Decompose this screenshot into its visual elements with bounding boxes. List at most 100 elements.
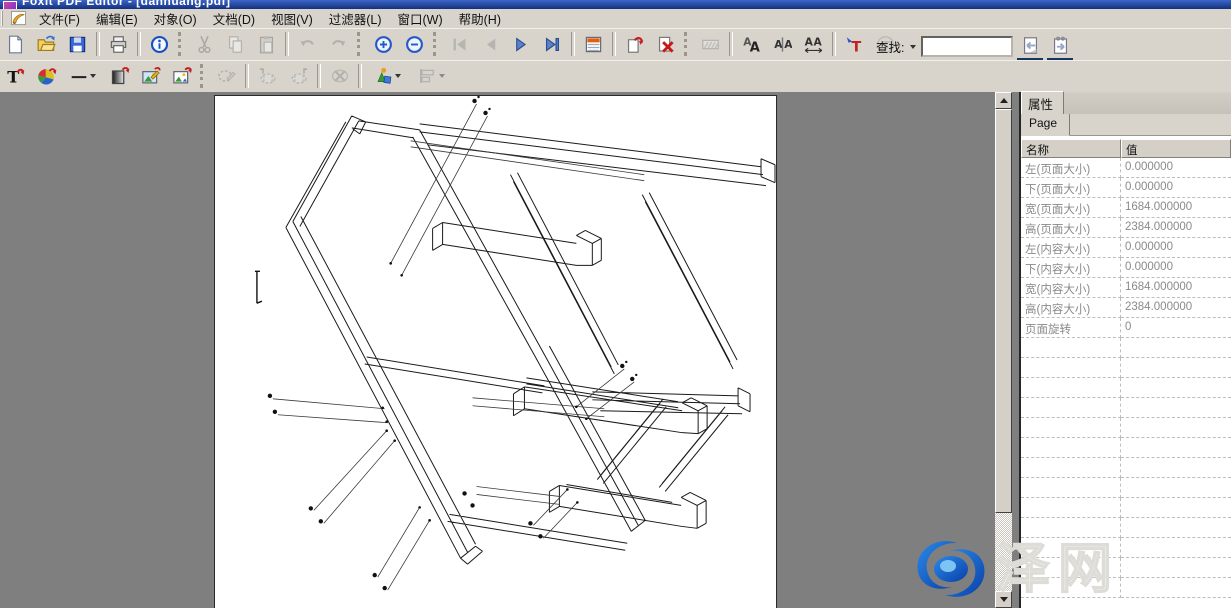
tab-page[interactable]: Page [1021,114,1070,136]
find-input[interactable] [921,36,1013,57]
zoom-in-button[interactable] [369,30,398,58]
align-objects-button[interactable] [410,62,452,90]
replace-font-icon: A A [742,35,761,54]
line-width-button[interactable] [63,62,103,90]
pattern-fill-button[interactable] [696,30,725,58]
property-name: 页面旋转 [1021,318,1121,338]
table-row-empty [1021,338,1231,358]
insert-shape-button[interactable] [366,62,408,90]
scroll-up-button[interactable] [995,92,1012,109]
toolbar-grip[interactable] [178,32,186,56]
chevron-down-icon [910,45,916,49]
menu-file[interactable]: 文件(F) [31,8,88,29]
menubar-grip[interactable] [1,11,7,26]
copy-icon [226,35,245,54]
property-value[interactable]: 0.000000 [1121,178,1231,198]
props-filler [1021,338,1231,598]
table-row: 宽(内容大小) 1684.000000 [1021,278,1231,298]
fill-shade-button[interactable] [105,62,134,90]
property-value[interactable]: 2384.000000 [1121,218,1231,238]
arrow-up-icon [1000,98,1008,103]
insert-shape-icon [373,66,393,86]
property-value[interactable]: 0 [1121,318,1231,338]
menu-view[interactable]: 视图(V) [263,8,321,29]
menu-object[interactable]: 对象(O) [146,8,205,29]
menu-edit[interactable]: 编辑(E) [88,8,146,29]
last-page-button[interactable] [538,30,567,58]
add-text-icon: T [845,35,864,54]
bring-forward-button[interactable] [284,62,313,90]
toolbar-grip[interactable] [433,32,441,56]
expand-text-button[interactable]: A A [799,30,828,58]
paste-icon [257,35,276,54]
table-row-empty [1021,418,1231,438]
add-text-object-button[interactable]: T [1,62,30,90]
first-page-icon [450,35,469,54]
property-value[interactable]: 1684.000000 [1121,278,1231,298]
replace-font-button[interactable]: A A [737,30,766,58]
menu-document[interactable]: 文档(D) [205,8,263,29]
save-button[interactable] [63,30,92,58]
page-thumbnails-button[interactable] [579,30,608,58]
new-document-button[interactable] [1,30,30,58]
menu-window[interactable]: 窗口(W) [390,8,451,29]
menu-filter[interactable]: 过滤器(L) [321,8,390,29]
print-button[interactable] [104,30,133,58]
undo-button[interactable] [293,30,322,58]
send-backward-button[interactable] [253,62,282,90]
property-value[interactable]: 2384.000000 [1121,298,1231,318]
add-text-button[interactable]: T [840,30,869,58]
first-page-button[interactable] [445,30,474,58]
edit-image-button[interactable] [136,62,165,90]
cut-icon [195,35,214,54]
previous-page-icon [481,35,500,54]
info-button[interactable] [145,30,174,58]
table-row: 高(内容大小) 2384.000000 [1021,298,1231,318]
toolbar-separator [358,64,362,88]
property-value[interactable]: 0.000000 [1121,258,1231,278]
scroll-down-button[interactable] [995,591,1012,608]
cut-button[interactable] [190,30,219,58]
property-value[interactable]: 0.000000 [1121,238,1231,258]
menu-help[interactable]: 帮助(H) [451,8,509,29]
cad-drawing [215,96,776,607]
find-history-dropdown[interactable] [906,39,917,55]
redo-button[interactable] [324,30,353,58]
property-name: 左(内容大小) [1021,238,1121,258]
save-icon [68,35,87,54]
paste-button[interactable] [252,30,281,58]
delete-page-button[interactable] [651,30,680,58]
open-file-button[interactable] [32,30,61,58]
table-row-empty [1021,398,1231,418]
replace-image-button[interactable] [167,62,196,90]
property-name: 高(内容大小) [1021,298,1121,318]
property-name: 宽(页面大小) [1021,198,1121,218]
vertical-scrollbar[interactable] [995,92,1012,608]
toolbar-grip[interactable] [200,64,208,88]
toolbar-grip[interactable] [684,32,692,56]
pdf-page[interactable] [214,95,777,608]
send-backward-icon [258,66,278,86]
find-next-result-button[interactable] [1047,32,1073,61]
find-previous-result-button[interactable] [1017,32,1043,61]
scrollbar-thumb[interactable] [995,109,1012,513]
edit-color-button[interactable] [32,62,61,90]
column-header-value: 值 [1121,139,1231,158]
bring-forward-icon [289,66,309,86]
panel-title-tab[interactable]: 属性 [1021,91,1064,114]
copy-button[interactable] [221,30,250,58]
delete-object-button[interactable] [325,62,354,90]
clone-object-button[interactable] [212,62,241,90]
redo-icon [329,35,348,54]
property-value[interactable]: 1684.000000 [1121,198,1231,218]
rotate-page-button[interactable] [620,30,649,58]
app-window-icon [3,1,17,9]
next-page-button[interactable] [507,30,536,58]
previous-page-button[interactable] [476,30,505,58]
zoom-out-button[interactable] [400,30,429,58]
property-value[interactable]: 0.000000 [1121,158,1231,178]
print-icon [109,35,128,54]
condense-text-button[interactable]: A A [768,30,797,58]
toolbar-grip[interactable] [357,32,365,56]
zoom-out-icon [405,35,424,54]
